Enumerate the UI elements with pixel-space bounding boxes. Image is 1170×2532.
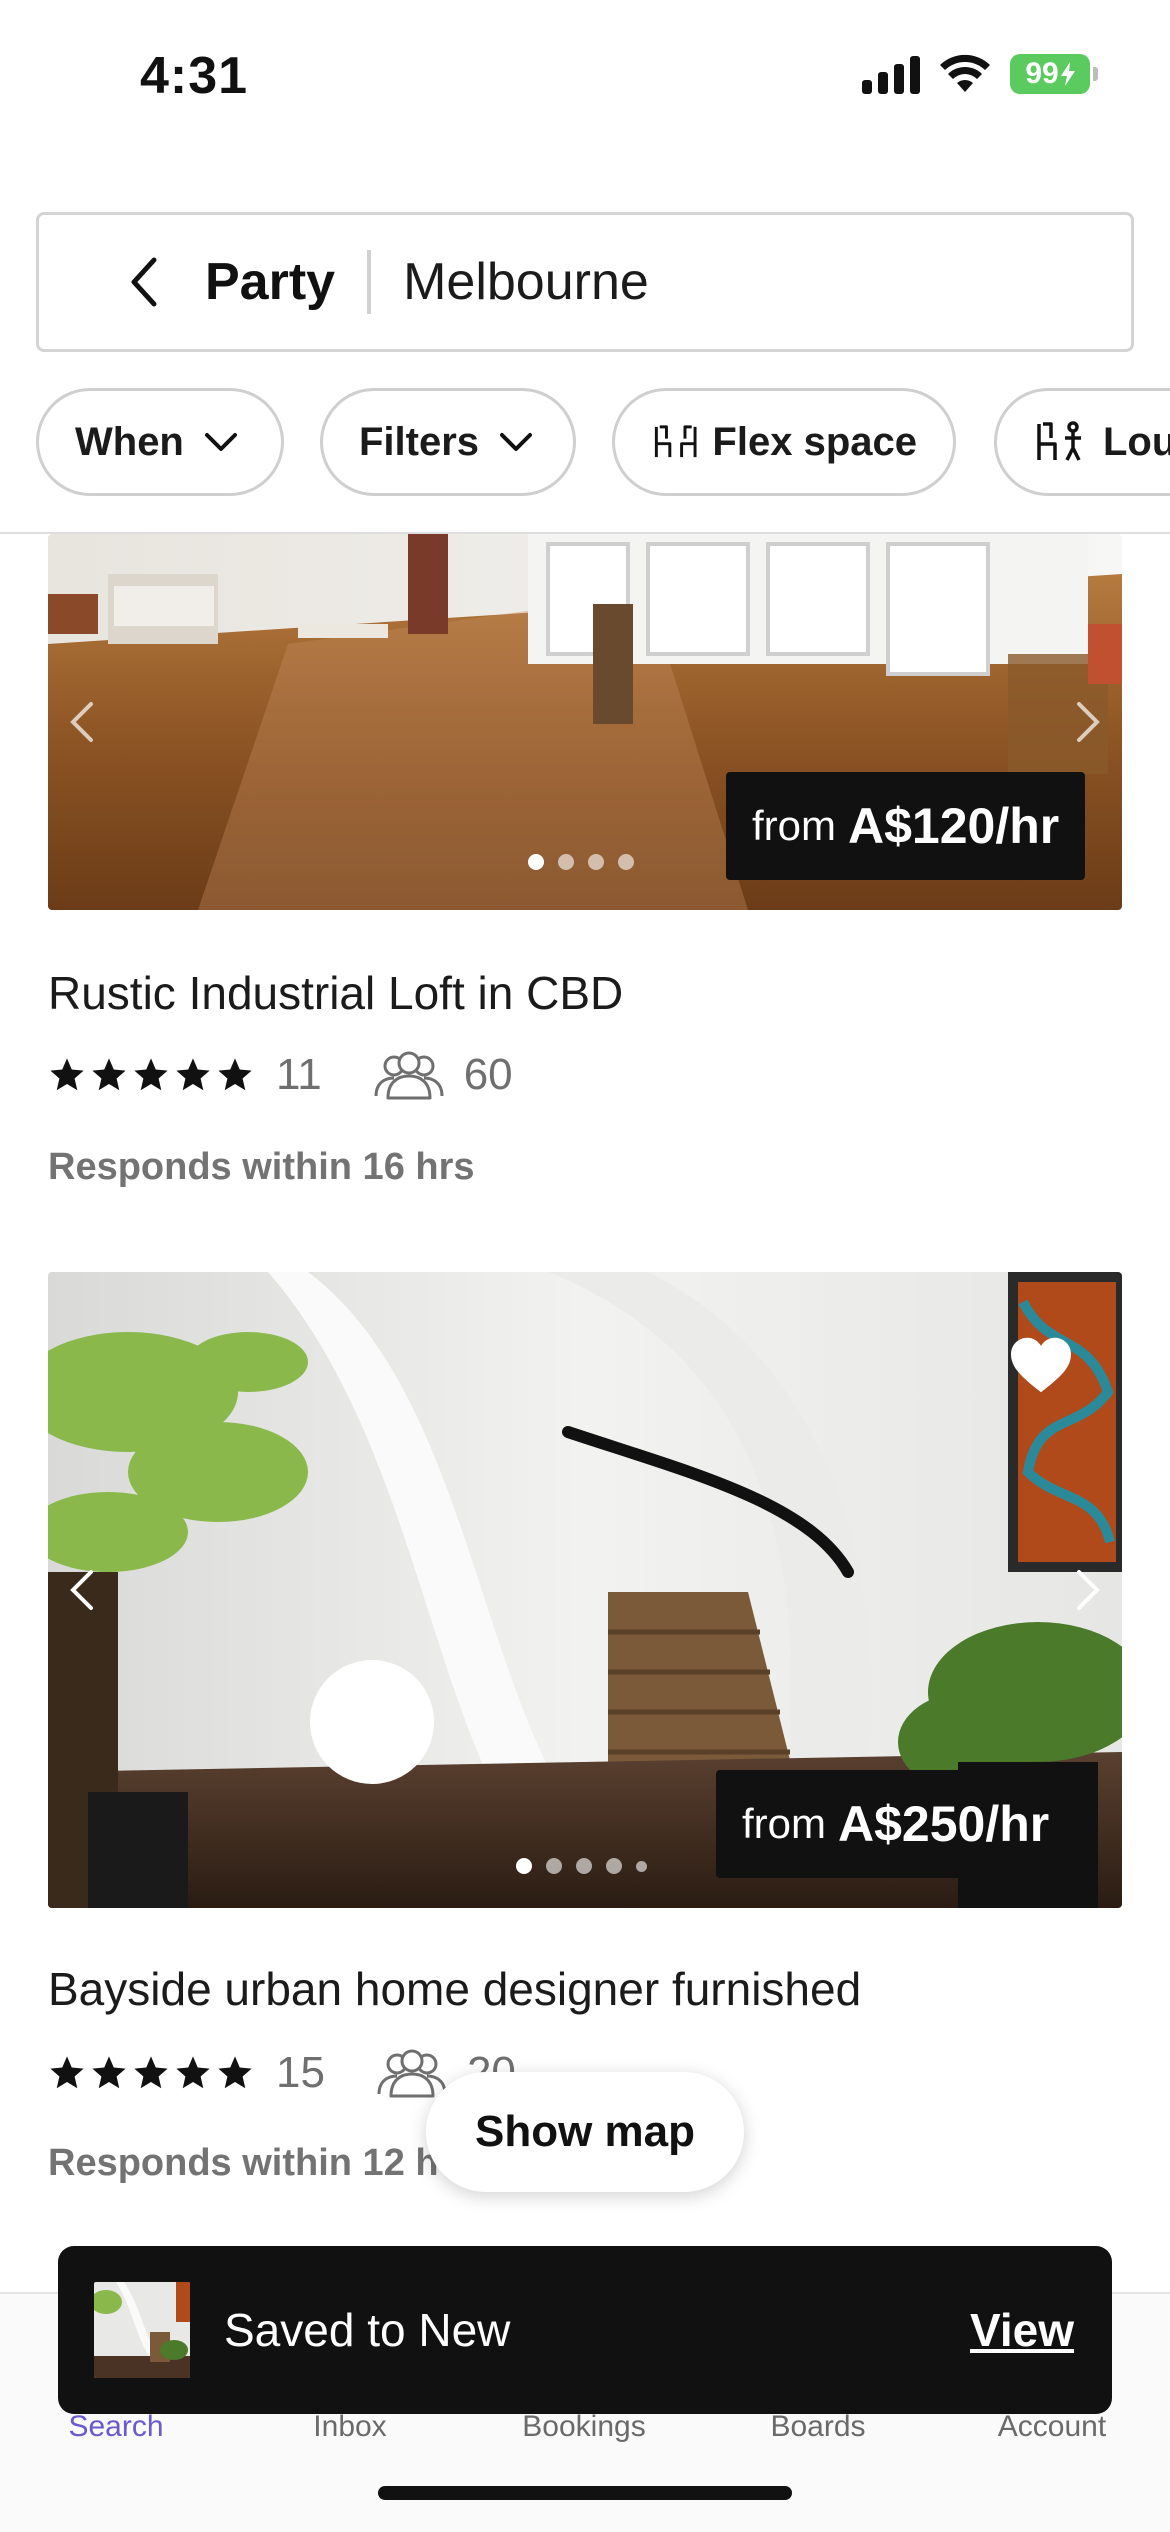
chip-flex-space[interactable]: Flex space xyxy=(612,388,956,496)
nav-search[interactable]: Search xyxy=(16,2410,216,2444)
chevron-down-icon xyxy=(500,433,533,451)
photo-next-button[interactable] xyxy=(1058,1550,1118,1630)
star-icon xyxy=(50,1058,84,1091)
price-prefix: from xyxy=(752,802,836,849)
chevron-left-icon xyxy=(70,702,93,742)
chip-label: Flex space xyxy=(712,419,917,464)
save-button[interactable] xyxy=(986,1310,1096,1420)
chip-when[interactable]: When xyxy=(36,388,284,496)
chip-filters[interactable]: Filters xyxy=(320,388,576,496)
price-tag: from A$250/hr xyxy=(716,1770,1076,1878)
chevron-right-icon xyxy=(1077,702,1100,742)
nav-bookings[interactable]: Bookings xyxy=(484,2410,684,2444)
guests-icon xyxy=(374,1051,444,1100)
search-bar[interactable]: Party Melbourne xyxy=(36,212,1134,352)
response-time: Responds within 16 hrs xyxy=(48,1146,475,1188)
rating-count: 15 xyxy=(276,2048,325,2097)
star-icon xyxy=(50,2056,84,2089)
battery-icon: 99 xyxy=(1010,54,1098,94)
toast-message: Saved to New xyxy=(224,2304,511,2356)
star-icon xyxy=(176,1058,210,1091)
heart-icon xyxy=(1011,1337,1071,1393)
star-rating xyxy=(48,2054,254,2092)
chevron-right-icon xyxy=(1077,1570,1100,1610)
status-indicators: 99 xyxy=(862,54,1098,94)
star-icon xyxy=(176,2056,210,2089)
home-indicator[interactable] xyxy=(378,2486,792,2500)
guests-icon xyxy=(377,2049,447,2098)
lounge-icon xyxy=(1037,421,1081,461)
nav-inbox[interactable]: Inbox xyxy=(250,2410,450,2444)
back-button[interactable] xyxy=(99,237,189,327)
price-tag: from A$120/hr xyxy=(726,772,1086,880)
price-value: A$250/hr xyxy=(838,1796,1050,1852)
photo-pagination xyxy=(516,1858,647,1874)
toast-view-link[interactable]: View xyxy=(970,2303,1074,2357)
star-icon xyxy=(218,1058,252,1091)
search-location[interactable]: Melbourne xyxy=(403,252,649,312)
saved-toast: Saved to New View xyxy=(58,2246,1112,2414)
chip-label: When xyxy=(75,419,184,464)
listing-title[interactable]: Rustic Industrial Loft in CBD xyxy=(48,966,623,1020)
star-icon xyxy=(134,1058,168,1091)
price-prefix: from xyxy=(742,1800,826,1847)
chevron-down-icon xyxy=(204,433,237,451)
chevron-left-icon xyxy=(131,257,157,307)
chevron-left-icon xyxy=(70,1570,93,1610)
chip-lounge[interactable]: Lou xyxy=(994,388,1170,496)
nav-boards[interactable]: Boards xyxy=(718,2410,918,2444)
status-bar: 4:31 99 xyxy=(0,0,1170,150)
search-activity[interactable]: Party xyxy=(205,252,335,312)
star-icon xyxy=(218,2056,252,2089)
toast-thumbnail xyxy=(94,2282,190,2378)
nav-account[interactable]: Account xyxy=(952,2410,1152,2444)
photo-prev-button[interactable] xyxy=(52,1550,112,1630)
wifi-icon xyxy=(940,54,990,92)
star-icon xyxy=(92,1058,126,1091)
photo-prev-button[interactable] xyxy=(52,682,112,762)
photo-pagination xyxy=(528,854,634,870)
listing-meta: 11 60 xyxy=(48,1050,513,1100)
price-value: A$120/hr xyxy=(848,798,1060,854)
star-icon xyxy=(134,2056,168,2089)
listing-photo[interactable]: from A$120/hr xyxy=(48,534,1122,910)
star-icon xyxy=(92,2056,126,2089)
search-divider xyxy=(367,250,372,314)
show-map-button[interactable]: Show map xyxy=(426,2072,744,2192)
listing-title[interactable]: Bayside urban home designer furnished xyxy=(48,1962,861,2016)
guest-count: 60 xyxy=(463,1050,513,1099)
photo-next-button[interactable] xyxy=(1058,682,1118,762)
status-time: 4:31 xyxy=(140,47,249,105)
star-rating xyxy=(48,1056,254,1094)
response-time: Responds within 12 h xyxy=(48,2142,439,2184)
chip-label: Lou xyxy=(1103,419,1170,464)
listing-photo[interactable]: from A$250/hr xyxy=(48,1272,1122,1908)
cellular-signal-icon xyxy=(862,54,920,94)
battery-level: 99 xyxy=(1025,57,1059,90)
rating-count: 11 xyxy=(276,1050,322,1099)
filter-chips: When Filters Flex space Lou xyxy=(36,388,1170,498)
chip-label: Filters xyxy=(359,419,480,464)
chairs-icon xyxy=(654,425,697,458)
